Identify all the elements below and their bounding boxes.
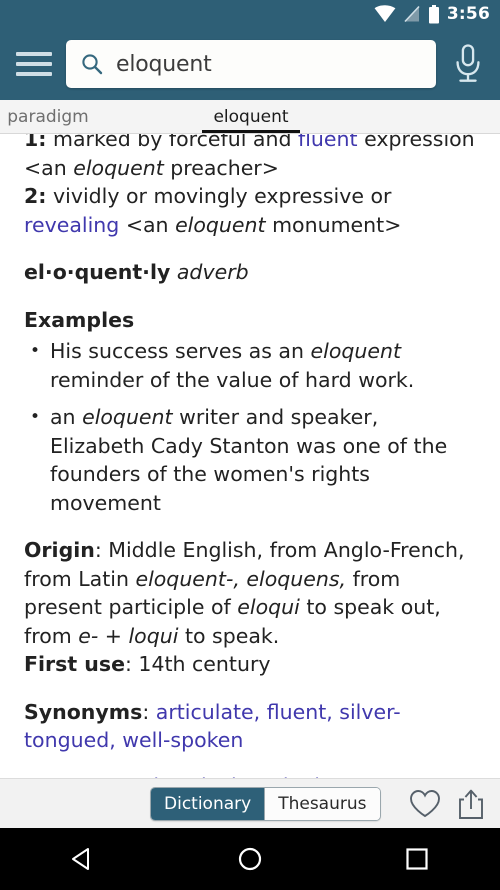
- nav-home-button[interactable]: [220, 828, 280, 890]
- search-icon: [82, 54, 103, 75]
- sense-1-number: 1: [24, 134, 39, 151]
- bottom-toolbar: Dictionary Thesaurus: [0, 778, 500, 828]
- sense-1-text-c: preacher>: [163, 155, 279, 180]
- sense-2-headword-italic: eloquent: [175, 212, 266, 237]
- examples-section: Examples His success serves as an eloque…: [24, 306, 476, 518]
- sense-1-text-a: marked by forceful and: [46, 134, 299, 151]
- derived-form: el·o·quent·ly adverb: [24, 258, 476, 287]
- dictionary-thesaurus-toggle[interactable]: Dictionary Thesaurus: [150, 786, 381, 821]
- example-2-pre: an: [50, 405, 83, 429]
- list-item: His success serves as an eloquent remind…: [24, 337, 476, 394]
- back-triangle-icon: [72, 848, 90, 870]
- sense-2-text-c: monument>: [265, 212, 402, 237]
- origin-italic3: e-: [78, 623, 99, 648]
- cell-signal-off-icon: [404, 5, 420, 23]
- entry-tab-strip: paradigm eloquent: [0, 100, 500, 134]
- microphone-icon[interactable]: [450, 42, 486, 86]
- sense-1: 1: marked by forceful and fluent express…: [24, 134, 476, 182]
- nav-back-button[interactable]: [53, 828, 113, 890]
- synonyms-section: Synonyms: articulate, fluent, silver-ton…: [24, 698, 476, 755]
- origin-italic4: loqui: [128, 623, 179, 648]
- derived-part-of-speech: adverb: [176, 260, 249, 284]
- sense-2-link-revealing[interactable]: revealing: [24, 213, 119, 237]
- examples-heading: Examples: [24, 307, 135, 332]
- sense-2-text-a: vividly or movingly expressive or: [46, 184, 392, 208]
- sense-2: 2: vividly or movingly expressive or rev…: [24, 182, 476, 239]
- list-item: an eloquent writer and speaker, Elizabet…: [24, 403, 476, 517]
- nav-recents-button[interactable]: [387, 828, 447, 890]
- first-use-label: First use: [24, 652, 125, 676]
- derived-word: el·o·quent·ly: [24, 260, 171, 284]
- share-button[interactable]: [452, 785, 490, 823]
- heart-icon: [410, 789, 440, 817]
- sense-1-link-fluent[interactable]: fluent: [298, 134, 358, 151]
- origin-section: Origin: Middle English, from Anglo-Frenc…: [24, 536, 476, 650]
- origin-italic2: eloqui: [237, 595, 300, 619]
- synonyms-label: Synonyms: [24, 699, 143, 724]
- status-clock: 3:56: [446, 3, 490, 24]
- android-navigation-bar: [0, 828, 500, 890]
- tab-dictionary[interactable]: Dictionary: [151, 787, 265, 820]
- status-bar: 3:56: [0, 0, 500, 28]
- tab-eloquent[interactable]: eloquent: [195, 100, 307, 133]
- tab-paradigm[interactable]: paradigm: [0, 100, 108, 133]
- first-use-section: First use: 14th century: [24, 650, 476, 679]
- definition-article[interactable]: 1: marked by forceful and fluent express…: [0, 134, 500, 778]
- share-icon: [459, 789, 483, 819]
- search-input[interactable]: eloquent: [66, 40, 436, 88]
- origin-label: Origin: [24, 538, 95, 562]
- origin-italic1: eloquent-, eloquens,: [135, 566, 347, 591]
- example-1-pre: His success serves as an: [50, 339, 311, 363]
- tab-thesaurus[interactable]: Thesaurus: [264, 787, 380, 820]
- example-2-italic: eloquent: [82, 405, 173, 429]
- synonyms-separator: :: [142, 699, 156, 724]
- sense-1-headword-italic: eloquent: [73, 155, 164, 180]
- hamburger-menu-icon[interactable]: [16, 49, 52, 79]
- battery-icon: [428, 4, 439, 23]
- home-circle-icon: [238, 847, 262, 871]
- sense-2-text-b: <an: [119, 212, 176, 237]
- first-use-value: : 14th century: [124, 652, 271, 676]
- favorite-button[interactable]: [406, 785, 444, 823]
- search-query-text: eloquent: [116, 51, 212, 77]
- sense-2-number: 2: [24, 184, 39, 208]
- examples-list: His success serves as an eloquent remind…: [24, 337, 476, 517]
- origin-part5: to speak.: [178, 623, 280, 648]
- origin-part4: +: [98, 623, 129, 648]
- dictionary-app-screen: 3:56 eloquent paradigm eloquent 1: marke…: [0, 0, 500, 890]
- wifi-icon: [374, 5, 396, 22]
- recents-square-icon: [406, 848, 428, 870]
- example-1-post: reminder of the value of hard work.: [50, 367, 415, 392]
- example-1-italic: eloquent: [310, 339, 402, 363]
- app-bar: eloquent: [0, 28, 500, 100]
